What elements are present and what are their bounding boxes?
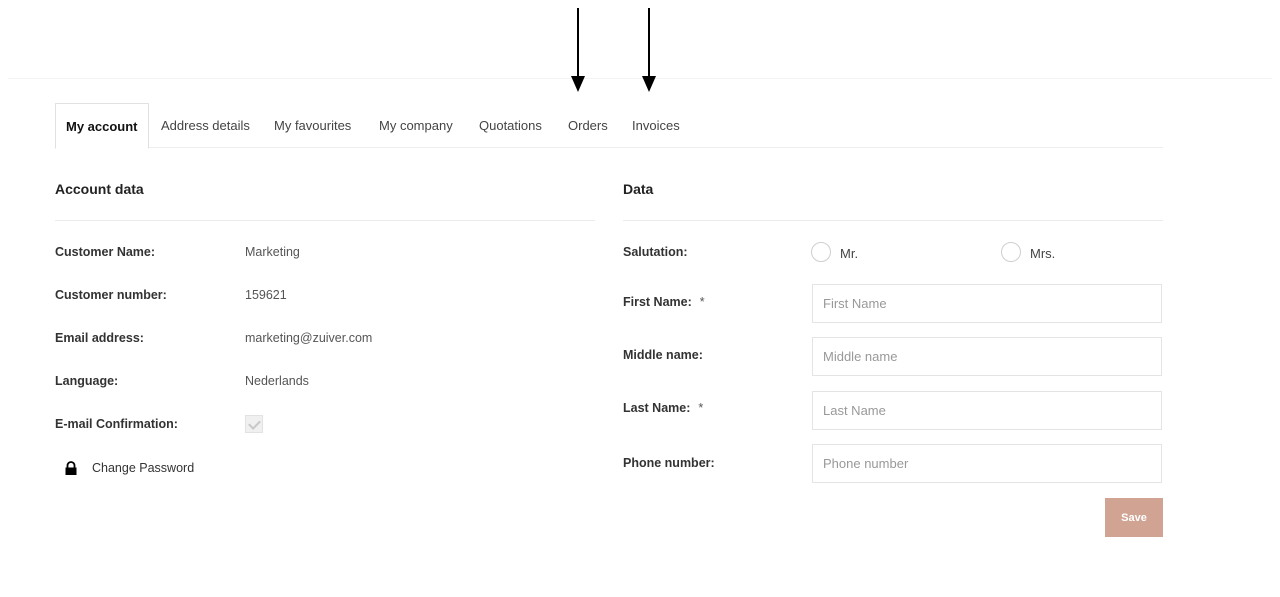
last-name-input[interactable]: [812, 391, 1162, 430]
tab-orders[interactable]: Orders: [568, 103, 608, 147]
salutation-label: Salutation:: [623, 245, 688, 259]
email-address-label: Email address:: [55, 331, 144, 345]
account-tabs: My account Address details My favourites…: [55, 103, 1163, 149]
account-data-divider: [55, 220, 595, 221]
data-heading: Data: [623, 181, 654, 197]
customer-number-value: 159621: [245, 288, 287, 302]
language-label: Language:: [55, 374, 119, 388]
customer-name-value: Marketing: [245, 245, 300, 259]
required-mark: *: [698, 401, 704, 415]
required-mark: *: [699, 295, 705, 309]
tab-invoices[interactable]: Invoices: [632, 103, 680, 147]
save-button[interactable]: Save: [1105, 498, 1163, 537]
email-confirmation-label: E-mail Confirmation:: [55, 417, 178, 431]
salutation-mr-radio[interactable]: [811, 242, 831, 262]
phone-number-label: Phone number:: [623, 456, 715, 470]
tab-quotations[interactable]: Quotations: [479, 103, 542, 147]
salutation-mrs-radio[interactable]: [1001, 242, 1021, 262]
lock-icon: [65, 461, 77, 475]
email-confirmation-checkbox: [245, 415, 263, 433]
tab-my-company[interactable]: My company: [379, 103, 453, 147]
salutation-mrs-label: Mrs.: [1030, 246, 1056, 261]
check-icon: [248, 417, 261, 430]
header-divider: [8, 78, 1272, 79]
tab-my-account[interactable]: My account: [55, 103, 149, 149]
last-name-label: Last Name: *: [623, 401, 704, 415]
salutation-mr-label: Mr.: [840, 246, 859, 261]
language-value: Nederlands: [245, 374, 309, 388]
middle-name-label: Middle name:: [623, 348, 703, 362]
first-name-label: First Name: *: [623, 295, 705, 309]
email-address-value: marketing@zuiver.com: [245, 331, 373, 345]
account-data-heading: Account data: [55, 181, 144, 197]
phone-number-input[interactable]: [812, 444, 1162, 483]
tab-my-favourites[interactable]: My favourites: [274, 103, 351, 147]
data-divider: [623, 220, 1163, 221]
down-arrow-icon: [642, 8, 656, 92]
customer-name-label: Customer Name:: [55, 245, 156, 259]
middle-name-input[interactable]: [812, 337, 1162, 376]
customer-number-label: Customer number:: [55, 288, 167, 302]
change-password-label: Change Password: [92, 461, 195, 475]
down-arrow-icon: [571, 8, 585, 92]
tab-address-details[interactable]: Address details: [161, 103, 250, 147]
first-name-input[interactable]: [812, 284, 1162, 323]
